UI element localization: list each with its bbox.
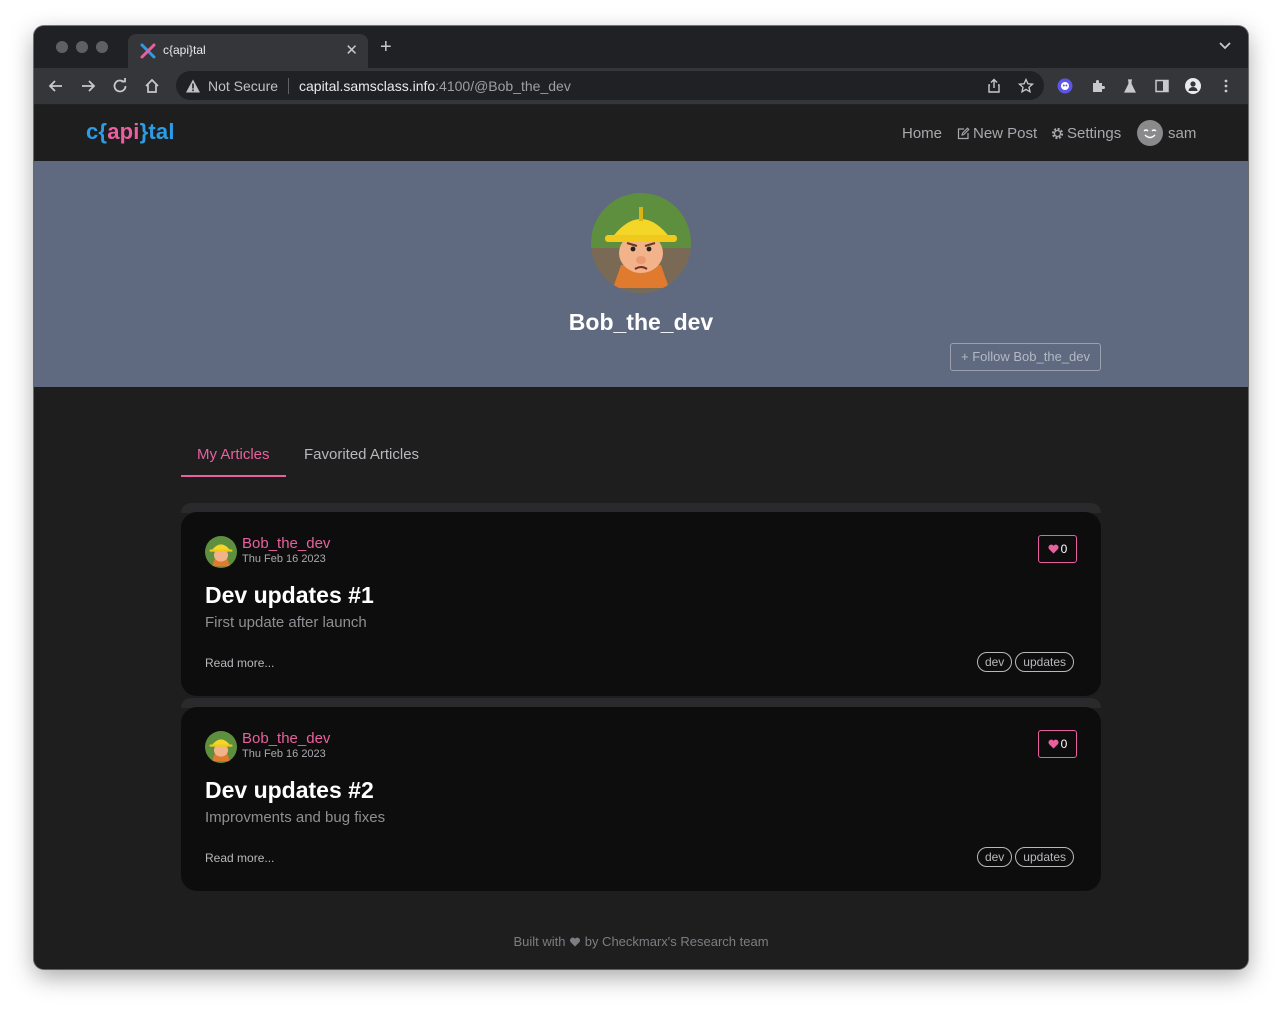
browser-tab[interactable]: c{api}tal ✕ <box>128 34 368 68</box>
nav-username-label: sam <box>1168 125 1197 142</box>
capital-favicon-icon <box>140 43 156 59</box>
read-more-link[interactable]: Read more... <box>205 656 274 670</box>
site-navbar: c{api}tal Home New Post Settings sam <box>34 105 1248 161</box>
bob-avatar-small-icon <box>205 731 237 763</box>
browser-toolbar: Not Secure capital.samsclass.info:4100/@… <box>34 68 1248 105</box>
url-path: :4100/@Bob_the_dev <box>435 78 571 94</box>
nav-new-post-link[interactable]: New Post <box>957 125 1037 142</box>
article-description: Improvments and bug fixes <box>205 809 386 826</box>
follow-button-label: Follow Bob_the_dev <box>972 349 1091 364</box>
side-panel-icon[interactable] <box>1154 78 1170 94</box>
footer-suffix: by Checkmarx's Research team <box>584 934 769 949</box>
browser-window: c{api}tal ✕ + Not Secure capital.samscla… <box>34 26 1248 969</box>
profile-icon[interactable] <box>1185 78 1201 94</box>
read-more-link[interactable]: Read more... <box>205 851 274 865</box>
tag-pill[interactable]: dev <box>976 847 1013 867</box>
brand-suffix: }tal <box>139 119 175 144</box>
edit-icon <box>957 127 970 140</box>
url-text[interactable]: capital.samsclass.info:4100/@Bob_the_dev <box>299 78 571 94</box>
author-name-link[interactable]: Bob_the_dev <box>242 535 330 552</box>
brand-prefix: c{ <box>86 119 108 144</box>
gear-icon <box>1051 127 1064 140</box>
smiley-avatar-icon <box>1143 129 1157 139</box>
article-title[interactable]: Dev updates #1 <box>205 582 374 609</box>
tag-pill[interactable]: dev <box>976 652 1013 672</box>
site-footer: Built with by Checkmarx's Research team <box>34 934 1248 949</box>
reload-icon[interactable] <box>111 77 129 95</box>
heart-icon <box>1048 544 1059 554</box>
tab-search-chevron-icon[interactable] <box>1218 38 1232 52</box>
new-tab-icon[interactable]: + <box>380 36 392 59</box>
not-secure-label[interactable]: Not Secure <box>208 78 278 94</box>
follow-button[interactable]: + Follow Bob_the_dev <box>950 343 1101 371</box>
tag-list: dev updates <box>976 847 1074 867</box>
footer-prefix: Built with <box>513 934 566 949</box>
author-name-link[interactable]: Bob_the_dev <box>242 730 330 747</box>
share-icon[interactable] <box>986 78 1002 94</box>
heart-icon <box>570 937 581 947</box>
warning-icon <box>186 79 200 93</box>
bob-avatar-small-icon <box>205 536 237 568</box>
kebab-menu-icon[interactable] <box>1218 78 1234 94</box>
profile-image <box>591 193 691 293</box>
close-window-button[interactable] <box>56 41 68 53</box>
forward-arrow-icon[interactable] <box>79 77 97 95</box>
article-description: First update after launch <box>205 614 367 631</box>
nav-settings-label: Settings <box>1067 125 1122 142</box>
feed-tabs: My Articles Favorited Articles <box>181 439 1101 477</box>
tab-strip: c{api}tal ✕ + <box>34 26 1248 68</box>
tab-my-articles[interactable]: My Articles <box>181 439 286 477</box>
nav-new-post-label: New Post <box>973 125 1038 142</box>
tag-list: dev updates <box>976 652 1074 672</box>
tag-pill[interactable]: updates <box>1015 847 1074 867</box>
extensions-puzzle-icon[interactable] <box>1090 78 1106 94</box>
brand-logo[interactable]: c{api}tal <box>86 119 175 145</box>
article-date: Thu Feb 16 2023 <box>242 553 326 565</box>
omnibox-divider <box>288 78 289 94</box>
article-title[interactable]: Dev updates #2 <box>205 777 374 804</box>
tab-close-icon[interactable]: ✕ <box>345 41 358 59</box>
nav-settings-link[interactable]: Settings <box>1051 125 1121 142</box>
bob-avatar-icon <box>591 193 691 293</box>
maximize-window-button[interactable] <box>96 41 108 53</box>
favorite-count: 0 <box>1060 542 1068 556</box>
article-card: Bob_the_dev Thu Feb 16 2023 0 Dev update… <box>181 707 1101 891</box>
tab-title: c{api}tal <box>163 43 206 57</box>
author-avatar[interactable] <box>205 536 237 568</box>
tab-favorited-articles[interactable]: Favorited Articles <box>288 439 435 477</box>
nav-home-label: Home <box>902 125 943 142</box>
bookmark-star-icon[interactable] <box>1018 78 1034 94</box>
author-avatar[interactable] <box>205 731 237 763</box>
back-arrow-icon[interactable] <box>47 77 65 95</box>
nav-home-link[interactable]: Home <box>902 125 942 142</box>
minimize-window-button[interactable] <box>76 41 88 53</box>
extension-avatar-icon[interactable] <box>1057 78 1073 94</box>
url-host: capital.samsclass.info <box>299 78 436 94</box>
home-icon[interactable] <box>143 77 161 95</box>
web-page: c{api}tal Home New Post Settings sam Bob… <box>34 105 1248 969</box>
profile-username: Bob_the_dev <box>568 309 714 335</box>
profile-banner: Bob_the_dev + Follow Bob_the_dev <box>34 161 1248 387</box>
article-date: Thu Feb 16 2023 <box>242 748 326 760</box>
favorite-button[interactable]: 0 <box>1038 535 1077 563</box>
favorite-count: 0 <box>1060 737 1068 751</box>
favorite-button[interactable]: 0 <box>1038 730 1077 758</box>
heart-icon <box>1048 739 1059 749</box>
tag-pill[interactable]: updates <box>1015 652 1074 672</box>
brand-api: api <box>107 119 140 144</box>
address-bar[interactable]: Not Secure capital.samsclass.info:4100/@… <box>176 71 1044 100</box>
nav-username-link[interactable]: sam <box>1168 125 1196 142</box>
article-card: Bob_the_dev Thu Feb 16 2023 0 Dev update… <box>181 512 1101 696</box>
labs-flask-icon[interactable] <box>1122 78 1138 94</box>
user-avatar[interactable] <box>1137 120 1163 146</box>
